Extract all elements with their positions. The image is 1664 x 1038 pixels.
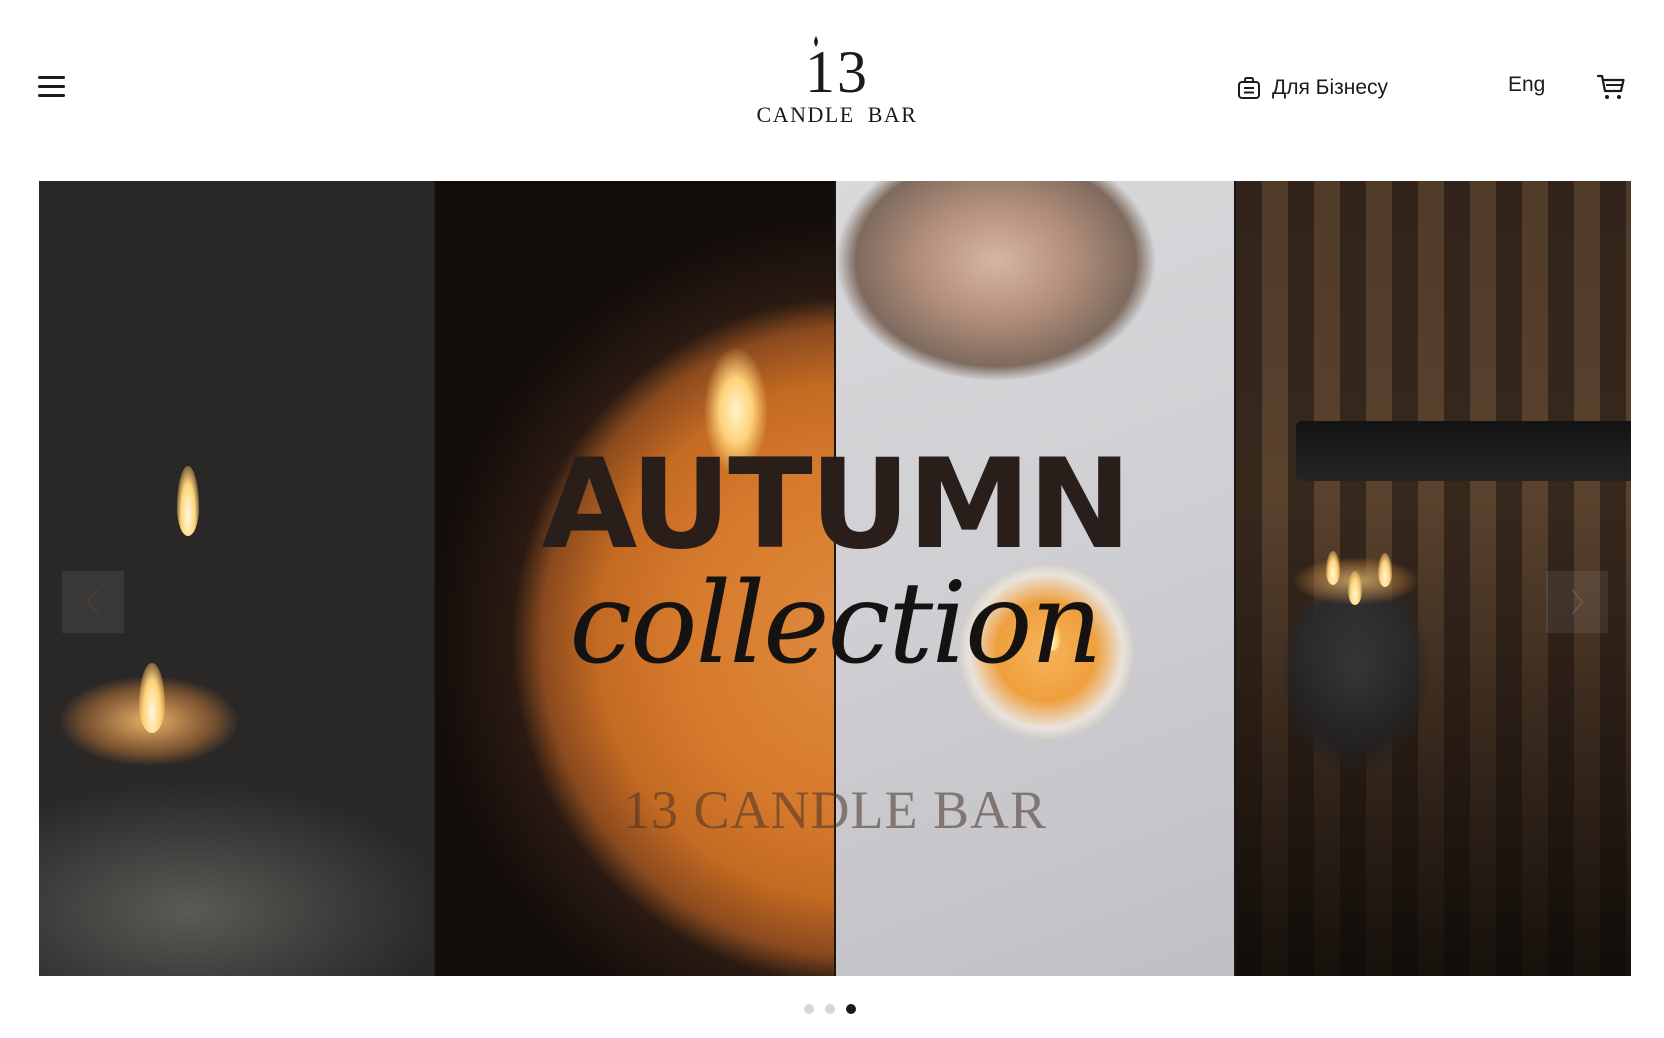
- chevron-left-icon: [86, 589, 99, 615]
- site-header: 13 CANDLE BAR Для Бізнесу Eng: [0, 0, 1664, 180]
- business-link[interactable]: Для Бізнесу: [1236, 71, 1388, 105]
- chevron-right-icon: [1571, 589, 1584, 615]
- briefcase-icon: [1238, 77, 1260, 99]
- logo-text: CANDLE BAR: [756, 102, 918, 127]
- language-switch[interactable]: Eng: [1508, 73, 1545, 97]
- logo-flame-icon: [814, 36, 818, 47]
- carousel-dot-1[interactable]: [804, 1004, 814, 1014]
- shopping-cart-icon[interactable]: [1596, 72, 1626, 102]
- hero-title: AUTUMN: [541, 433, 1131, 577]
- hero-brand: 13 CANDLE BAR: [622, 780, 1047, 840]
- logo-number: 13: [805, 36, 869, 102]
- carousel-dot-3[interactable]: [846, 1004, 856, 1014]
- hero-subtitle: collection: [569, 559, 1102, 689]
- hero-banner[interactable]: AUTUMN collection 13 CANDLE BAR: [39, 181, 1631, 976]
- site-logo[interactable]: 13 CANDLE BAR: [752, 36, 922, 134]
- hamburger-menu-icon[interactable]: [38, 76, 66, 100]
- carousel-next-button[interactable]: [1546, 571, 1608, 633]
- carousel-dot-2[interactable]: [825, 1004, 835, 1014]
- business-link-label: Для Бізнесу: [1272, 76, 1389, 99]
- carousel-pagination: [804, 1004, 856, 1014]
- carousel-prev-button[interactable]: [62, 571, 124, 633]
